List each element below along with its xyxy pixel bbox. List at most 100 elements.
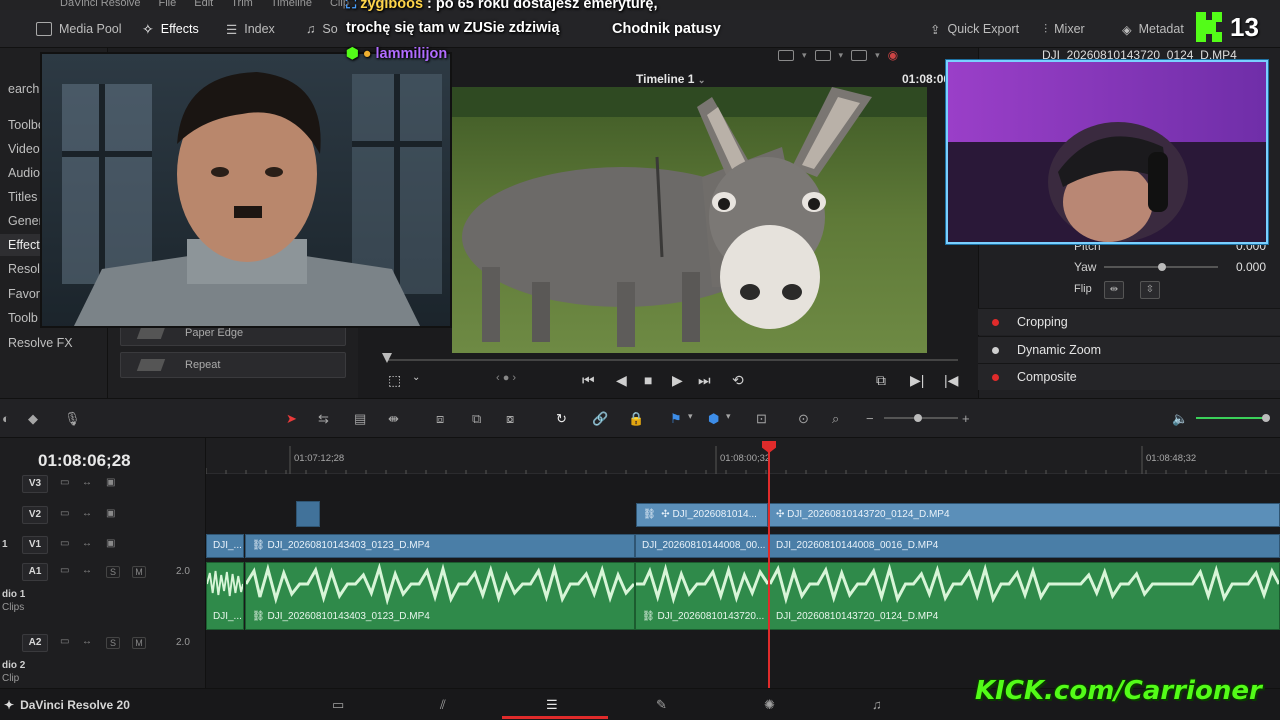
media-pool-button[interactable]: Media Pool (36, 18, 122, 40)
effect-repeat[interactable]: Repeat (120, 352, 346, 378)
timeline-audio-clip-a1[interactable]: ⛓ DJI_20260810143403_0123_D.MP4 (245, 562, 635, 630)
viewer-scrubber[interactable] (386, 359, 958, 361)
auto-select-icon[interactable]: ↔ (82, 538, 92, 549)
menu-edit[interactable]: Edit (194, 0, 213, 10)
track-visibility-icon[interactable]: ▣ (106, 477, 115, 488)
chevron-down-icon[interactable]: ▾ (875, 50, 880, 61)
timeline-clip-v2[interactable]: ✣ DJI_20260810143720_0124_D.MP4 (769, 503, 1280, 527)
selection-pointer-icon[interactable]: ➤ (286, 411, 297, 427)
zoom-slider-knob[interactable] (914, 414, 922, 422)
lock-icon[interactable]: ▭ (60, 477, 69, 488)
chevron-down-icon[interactable]: ⌄ (412, 372, 420, 383)
track-label-a1[interactable]: A1 (22, 563, 48, 581)
timeline-audio-clip-a1[interactable]: DJI_20260810143720_0124_D.MP4 (769, 562, 1280, 630)
timeline-clip-v1[interactable]: ⛓ DJI_20260810143403_0123_D.MP4 (245, 534, 635, 558)
chevron-down-icon[interactable]: ▾ (802, 50, 807, 61)
stop-icon[interactable]: ■ (644, 372, 652, 388)
lock-icon[interactable]: ▭ (60, 508, 69, 519)
zoom-in-icon[interactable]: + (962, 411, 970, 426)
insert-clip-icon[interactable]: ⧈ (436, 411, 444, 427)
auto-select-icon[interactable]: ↔ (82, 477, 92, 488)
fusion-page-icon[interactable]: ✎ (656, 697, 667, 713)
timeline-clip-v1[interactable]: DJI_20260810144008_0016_D.MP4 (769, 534, 1280, 558)
section-composite[interactable]: Composite (978, 363, 1280, 390)
enable-dot-icon[interactable] (992, 373, 999, 381)
lock-icon[interactable]: ▭ (60, 636, 69, 647)
color-wheel-icon[interactable]: ◉ (888, 48, 898, 62)
sound-library-button[interactable]: ♫ So (306, 18, 338, 40)
section-cropping[interactable]: Cropping (978, 308, 1280, 335)
auto-select-icon[interactable]: ↔ (82, 636, 92, 647)
chevron-down-icon[interactable]: ▾ (726, 411, 731, 422)
trim-tool-icon[interactable]: ⇆ (318, 411, 329, 427)
jog-icon[interactable]: ‹ ● › (496, 372, 516, 384)
track-label-v2[interactable]: V2 (22, 506, 48, 524)
link-icon[interactable]: 🔗 (592, 411, 608, 427)
play-reverse-icon[interactable]: ◀ (616, 372, 627, 389)
dynamic-trim-icon[interactable]: ▤ (354, 411, 366, 427)
next-edit-icon[interactable]: ▶| (910, 372, 924, 389)
play-icon[interactable]: ▶ (672, 372, 683, 389)
flip-vertical-icon[interactable]: ⇳ (1140, 281, 1160, 299)
timeline-timecode[interactable]: 01:08:06;28 (38, 451, 131, 471)
yaw-slider-knob[interactable] (1158, 263, 1166, 271)
track-visibility-icon[interactable]: ▣ (106, 538, 115, 549)
match-frame-icon[interactable]: ⧉ (876, 372, 886, 389)
flip-horizontal-icon[interactable]: ⇹ (1104, 281, 1124, 299)
menu-trim[interactable]: Trim (231, 0, 253, 10)
solo-button[interactable]: S (106, 637, 120, 649)
track-label-v1[interactable]: V1 (22, 536, 48, 554)
timeline-clip-v1[interactable]: DJI_... (206, 534, 244, 558)
mute-button[interactable]: M (132, 566, 146, 578)
track-label-v3[interactable]: V3 (22, 475, 48, 493)
microphone-icon[interactable]: 🎙 (64, 411, 81, 427)
volume-slider[interactable] (1196, 417, 1266, 419)
track-label-a2[interactable]: A2 (22, 634, 48, 652)
lock-icon[interactable]: ▭ (60, 538, 69, 549)
menu-file[interactable]: File (159, 0, 177, 10)
marker-color-icon[interactable]: ⬢ (708, 411, 719, 427)
replace-clip-icon[interactable]: ⧇ (506, 411, 514, 427)
previous-edit-icon[interactable]: |◀ (944, 372, 958, 389)
media-page-icon[interactable]: ▭ (332, 697, 344, 713)
skip-start-icon[interactable]: ⏮ (582, 372, 595, 389)
menu-app[interactable]: DaVinci Resolve (60, 0, 141, 10)
menu-timeline[interactable]: Timeline (271, 0, 312, 10)
timeline-audio-clip-a1[interactable]: DJI_... (206, 562, 244, 630)
loop-icon[interactable]: ⟲ (732, 372, 744, 389)
fairlight-page-icon[interactable]: ♫ (872, 697, 882, 712)
chevron-down-icon[interactable]: ▾ (839, 50, 844, 61)
effects-button[interactable]: ✧ Effects (142, 18, 199, 40)
timeline-clip-v2[interactable] (296, 501, 320, 527)
solo-button[interactable]: S (106, 566, 120, 578)
metadata-button[interactable]: ◈ Metadat (1122, 18, 1184, 40)
mixer-button[interactable]: ⫶ Mixer (1044, 18, 1085, 40)
zoom-full-icon[interactable]: ⊡ (756, 411, 767, 427)
blade-tool-icon[interactable]: ⇼ (388, 411, 399, 427)
flag-icon[interactable]: ⚑ (670, 411, 682, 427)
timeline-clip-v2[interactable]: ⛓ ✣ DJI_2026081014... (636, 503, 768, 527)
section-dynamic-zoom[interactable]: Dynamic Zoom (978, 336, 1280, 363)
zoom-custom-icon[interactable]: ⌕ (832, 411, 839, 427)
viewer-size-icon[interactable] (778, 49, 794, 61)
viewer-video-frame[interactable] (452, 87, 927, 353)
library-item-resolve-fx[interactable]: Resolve FX (0, 332, 108, 354)
lock-icon[interactable]: 🔒 (628, 411, 644, 427)
yaw-value[interactable]: 0.000 (1236, 260, 1266, 274)
skip-end-icon[interactable]: ⏭ (698, 372, 711, 389)
speaker-icon[interactable]: 🔈 (1172, 411, 1188, 427)
mute-button[interactable]: M (132, 637, 146, 649)
zoom-out-icon[interactable]: − (866, 411, 874, 426)
track-visibility-icon[interactable]: ▣ (106, 508, 115, 519)
marker-icon[interactable]: ◆ (28, 411, 38, 427)
lock-icon[interactable]: ▭ (60, 565, 69, 576)
view-toggle-icon[interactable]: ◐ (2, 411, 10, 426)
snapping-icon[interactable]: ↻ (556, 411, 567, 427)
color-page-icon[interactable]: ✺ (764, 697, 775, 713)
quick-export-button[interactable]: ⇪ Quick Export (930, 18, 1019, 40)
transform-icon[interactable] (851, 49, 868, 61)
crop-frame-icon[interactable]: ⬚ (388, 372, 401, 389)
edit-page-icon[interactable]: ☰ (546, 697, 558, 713)
index-button[interactable]: ☰ Index (226, 18, 275, 40)
volume-slider-knob[interactable] (1262, 414, 1270, 422)
